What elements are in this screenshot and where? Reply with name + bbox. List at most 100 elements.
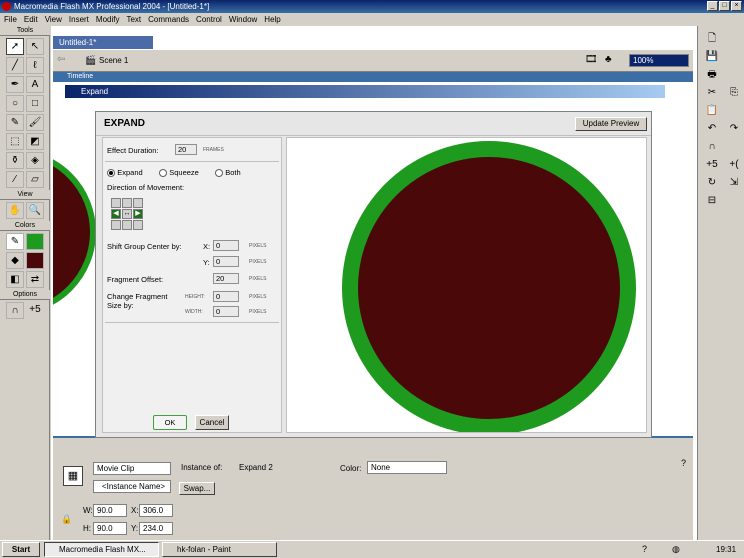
menu-view[interactable]: View <box>45 13 62 26</box>
lasso-icon[interactable]: ℓ <box>26 57 44 74</box>
swap-colors-icon[interactable]: ⇄ <box>26 271 44 288</box>
copy-icon[interactable]: ⎘ <box>726 86 742 100</box>
menu-insert[interactable]: Insert <box>69 13 89 26</box>
scene-label[interactable]: Scene 1 <box>99 56 128 65</box>
fill-swatch[interactable] <box>26 252 44 269</box>
align-icon[interactable]: ⊟ <box>704 194 720 208</box>
new-file-icon[interactable]: 🗋 <box>704 32 720 46</box>
direction-down-right[interactable] <box>133 220 143 230</box>
paint-bucket-icon[interactable]: ◈ <box>26 152 44 169</box>
minimize-button[interactable]: _ <box>707 1 718 11</box>
menu-modify[interactable]: Modify <box>96 13 120 26</box>
fragment-height-field[interactable]: 0 <box>213 291 239 302</box>
x-field[interactable]: 306.0 <box>139 504 173 517</box>
eraser-icon[interactable]: ▱ <box>26 171 44 188</box>
zoom-select[interactable]: 100% <box>629 54 689 67</box>
fragment-offset-field[interactable]: 20 <box>213 273 239 284</box>
menu-commands[interactable]: Commands <box>148 13 189 26</box>
subselect-icon[interactable]: ↖ <box>26 38 44 55</box>
x-label: X: <box>131 506 139 515</box>
both-radio[interactable]: Both <box>215 168 241 177</box>
menu-edit[interactable]: Edit <box>24 13 38 26</box>
menu-control[interactable]: Control <box>196 13 222 26</box>
stage-circle[interactable] <box>53 152 96 312</box>
taskbar-item-flash[interactable]: Macromedia Flash MX... <box>44 542 159 557</box>
pencil-icon[interactable]: ✎ <box>6 114 24 131</box>
color-select[interactable]: None <box>367 461 447 474</box>
shift-y-field[interactable]: 0 <box>213 256 239 267</box>
height-field[interactable]: 90.0 <box>93 522 127 535</box>
start-button[interactable]: Start <box>2 542 40 557</box>
brush-icon[interactable]: 🖌 <box>26 114 44 131</box>
direction-down[interactable] <box>122 220 132 230</box>
instance-name-input[interactable]: <Instance Name> <box>93 480 171 493</box>
edit-symbol-icon[interactable]: ♣ <box>605 54 612 65</box>
effect-duration-field[interactable]: 20 <box>175 144 197 155</box>
close-button[interactable]: × <box>731 1 742 11</box>
undo-icon[interactable]: ↶ <box>704 122 720 136</box>
width-field[interactable]: 90.0 <box>93 504 127 517</box>
save-icon[interactable]: 💾 <box>704 50 720 64</box>
hand-icon[interactable]: ✋ <box>6 202 24 219</box>
squeeze-radio[interactable]: Squeeze <box>159 168 199 177</box>
y-field[interactable]: 234.0 <box>139 522 173 535</box>
maximize-button[interactable]: □ <box>719 1 730 11</box>
edit-scene-icon[interactable]: 🎞 <box>585 54 598 65</box>
smooth-icon[interactable]: +5 <box>26 302 44 319</box>
snap-icon[interactable]: ∩ <box>704 140 720 154</box>
timeline-header[interactable]: Timeline <box>53 72 693 82</box>
cut-icon[interactable]: ✂ <box>704 86 720 100</box>
symbol-type-select[interactable]: Movie Clip <box>93 462 171 475</box>
arrow-icon[interactable]: ➚ <box>6 38 24 55</box>
straighten-icon[interactable]: +( <box>726 158 742 172</box>
direction-left-icon[interactable]: ◀ <box>111 209 121 219</box>
lock-icon[interactable]: 🔒 <box>61 514 72 525</box>
fragment-width-field[interactable]: 0 <box>213 306 239 317</box>
free-transform-icon[interactable]: ⬚ <box>6 133 24 150</box>
direction-right-icon[interactable]: ▶ <box>133 209 143 219</box>
default-colors-icon[interactable]: ◧ <box>6 271 24 288</box>
menu-window[interactable]: Window <box>229 13 257 26</box>
back-arrow-icon[interactable]: ⇦ <box>57 54 65 65</box>
fill-color-icon[interactable]: ◆ <box>6 252 24 269</box>
fill-transform-icon[interactable]: ◩ <box>26 133 44 150</box>
zoom-icon[interactable]: 🔍 <box>26 202 44 219</box>
help-icon[interactable]: ? <box>681 458 686 468</box>
stroke-color-icon[interactable]: ✎ <box>6 233 24 250</box>
tray-help-icon[interactable]: ? <box>642 544 647 554</box>
update-preview-button[interactable]: Update Preview <box>575 117 647 131</box>
menu-text[interactable]: Text <box>126 13 141 26</box>
tray-icon[interactable]: ◍ <box>672 544 680 555</box>
direction-up[interactable] <box>122 198 132 208</box>
start-label: Start <box>11 545 31 554</box>
direction-center-icon[interactable]: ↔ <box>122 209 132 219</box>
swap-button[interactable]: Swap... <box>179 482 215 495</box>
shift-x-field[interactable]: 0 <box>213 240 239 251</box>
ink-bottle-icon[interactable]: ⚱ <box>6 152 24 169</box>
smooth-icon[interactable]: +5 <box>704 158 720 172</box>
menu-file[interactable]: File <box>4 13 17 26</box>
text-icon[interactable]: A <box>26 76 44 93</box>
menu-help[interactable]: Help <box>264 13 280 26</box>
view-header: View <box>0 190 50 200</box>
direction-up-left[interactable] <box>111 198 121 208</box>
line-icon[interactable]: ╱ <box>6 57 24 74</box>
direction-up-right[interactable] <box>133 198 143 208</box>
direction-down-left[interactable] <box>111 220 121 230</box>
expand-radio[interactable]: Expand <box>107 168 143 177</box>
ok-button[interactable]: OK <box>153 415 187 430</box>
paste-icon[interactable]: 📋 <box>704 104 720 118</box>
cancel-button[interactable]: Cancel <box>195 415 229 430</box>
snap-magnet-icon[interactable]: ∩ <box>6 302 24 319</box>
eyedropper-icon[interactable]: ⁄ <box>6 171 24 188</box>
pen-icon[interactable]: ✒ <box>6 76 24 93</box>
oval-icon[interactable]: ○ <box>6 95 24 112</box>
taskbar-item-paint[interactable]: hk-folan - Paint <box>162 542 277 557</box>
document-tab[interactable]: Untitled-1* <box>53 36 153 49</box>
redo-icon[interactable]: ↷ <box>726 122 742 136</box>
scale-icon[interactable]: ⇲ <box>726 176 742 190</box>
rotate-icon[interactable]: ↻ <box>704 176 720 190</box>
rectangle-icon[interactable]: □ <box>26 95 44 112</box>
print-icon[interactable]: 🖶 <box>704 68 720 82</box>
stroke-swatch[interactable] <box>26 233 44 250</box>
